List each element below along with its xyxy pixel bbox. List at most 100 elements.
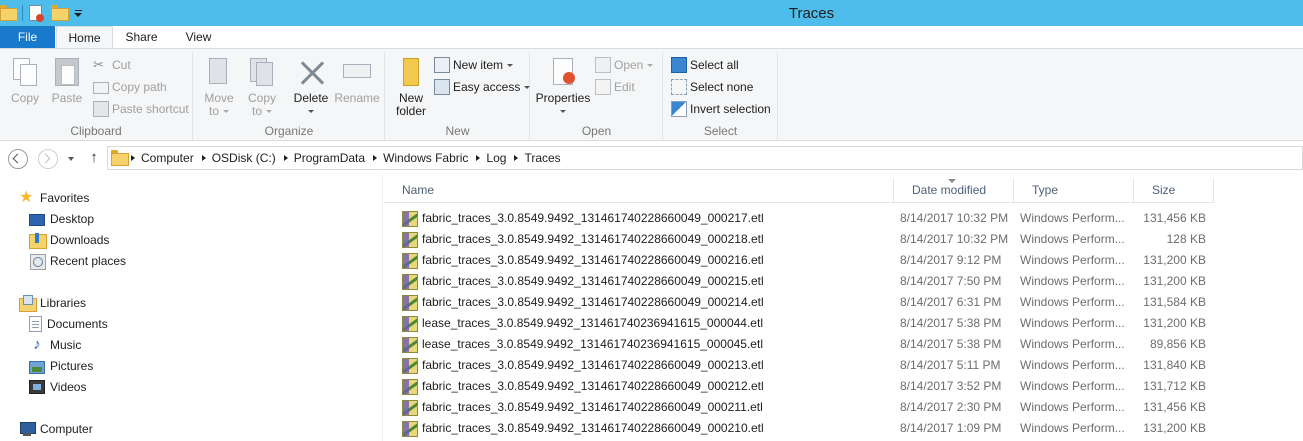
select-all-button[interactable]: Select all [671,55,739,75]
new-item-button[interactable]: New item [434,55,514,75]
nav-item-music[interactable]: ♪ Music [29,335,81,355]
folder-icon [395,56,427,88]
copy-to-button[interactable]: Copy to [245,56,279,118]
breadcrumb-log[interactable]: Log [486,151,506,165]
file-name-cell: fabric_traces_3.0.8549.9492_131461740228… [402,271,764,292]
nav-item-videos[interactable]: Videos [29,377,86,397]
tab-home[interactable]: Home [56,26,113,50]
file-size: 131,456 KB [1143,400,1206,414]
breadcrumb-separator[interactable] [131,155,135,161]
organize-group: Move to Copy to Delete Rename Organize [194,52,385,140]
paste-shortcut-button[interactable]: Paste shortcut [93,99,189,119]
nav-label: Recent places [50,254,127,268]
cut-label: Cut [112,58,131,72]
file-type: Windows Perform... [1020,295,1125,309]
file-size: 131,712 KB [1143,379,1206,393]
file-date: 8/14/2017 10:32 PM [900,232,1009,246]
scissors-icon: ✂ [93,57,104,72]
address-bar[interactable]: Computer OSDisk (C:) ProgramData Windows… [107,146,1303,170]
move-to-label-line1: Move [204,91,234,105]
file-row[interactable]: fabric_traces_3.0.8549.9492_131461740228… [384,229,1214,250]
file-type: Windows Perform... [1020,400,1125,414]
tab-view[interactable]: View [170,26,227,49]
file-name: fabric_traces_3.0.8549.9492_131461740228… [422,232,764,246]
file-type: Windows Perform... [1020,316,1125,330]
breadcrumb-traces[interactable]: Traces [524,151,560,165]
file-row[interactable]: fabric_traces_3.0.8549.9492_131461740228… [384,208,1214,229]
tab-file[interactable]: File [0,26,55,49]
file-row[interactable]: fabric_traces_3.0.8549.9492_131461740228… [384,418,1214,439]
column-header-size[interactable]: Size [1134,178,1214,203]
breadcrumb-separator[interactable] [373,155,378,161]
new-folder-button[interactable]: New folder [392,56,430,118]
file-size: 89,856 KB [1149,337,1206,351]
edit-label: Edit [614,80,635,94]
recent-places-icon [29,253,46,270]
column-header-name[interactable]: Name [384,178,894,203]
copy-button[interactable]: Copy [6,56,44,105]
file-date: 8/14/2017 6:31 PM [900,295,1002,309]
nav-item-computer[interactable]: Computer [19,419,93,439]
new-group: New folder New item Easy access New [386,52,531,140]
invert-selection-label: Invert selection [690,102,771,116]
file-size: 131,456 KB [1143,211,1206,225]
file-row[interactable]: fabric_traces_3.0.8549.9492_131461740228… [384,292,1214,313]
libraries-icon [19,295,37,312]
rename-button[interactable]: Rename [334,56,380,105]
etl-file-icon [402,399,418,416]
nav-label: Music [50,338,82,352]
tab-share[interactable]: Share [113,26,170,49]
select-all-icon [671,57,687,73]
open-button[interactable]: Open [595,55,654,75]
delete-button[interactable]: Delete [292,56,330,118]
file-row[interactable]: lease_traces_3.0.8549.9492_1314617402369… [384,313,1214,334]
nav-item-recent-places[interactable]: Recent places [29,251,126,271]
properties-button[interactable]: Properties [535,56,591,118]
nav-label: Pictures [50,359,94,373]
move-to-button[interactable]: Move to [202,56,236,118]
invert-selection-button[interactable]: Invert selection [671,99,771,119]
breadcrumb-computer[interactable]: Computer [141,151,194,165]
breadcrumb-separator[interactable] [514,155,519,161]
file-name-cell: fabric_traces_3.0.8549.9492_131461740228… [402,292,764,313]
videos-icon [29,380,45,394]
nav-item-libraries[interactable]: Libraries [19,293,86,313]
file-date: 8/14/2017 5:38 PM [900,316,1002,330]
file-name: fabric_traces_3.0.8549.9492_131461740228… [422,211,764,225]
copy-path-button[interactable]: Copy path [93,77,167,97]
nav-item-desktop[interactable]: Desktop [29,209,94,229]
paste-button[interactable]: Paste [48,56,86,105]
nav-item-downloads[interactable]: Downloads [29,230,109,250]
forward-arrow-icon[interactable] [38,149,58,169]
file-row[interactable]: fabric_traces_3.0.8549.9492_131461740228… [384,355,1214,376]
file-row[interactable]: fabric_traces_3.0.8549.9492_131461740228… [384,397,1214,418]
breadcrumb-osdisk[interactable]: OSDisk (C:) [212,151,276,165]
nav-item-favorites[interactable]: ★ Favorites [19,188,89,208]
breadcrumb-programdata[interactable]: ProgramData [294,151,365,165]
breadcrumb-separator[interactable] [283,155,288,161]
file-row[interactable]: fabric_traces_3.0.8549.9492_131461740228… [384,376,1214,397]
new-item-label: New item [453,58,504,72]
open-group-label: Open [581,124,612,138]
back-arrow-icon[interactable] [8,149,28,169]
file-row[interactable]: fabric_traces_3.0.8549.9492_131461740228… [384,250,1214,271]
nav-item-documents[interactable]: Documents [29,314,108,334]
breadcrumb-separator[interactable] [476,155,481,161]
recent-locations-dropdown[interactable] [68,157,74,161]
file-name: lease_traces_3.0.8549.9492_1314617402369… [422,337,763,351]
edit-button[interactable]: Edit [595,77,635,97]
column-header-type[interactable]: Type [1014,178,1134,203]
up-arrow-icon[interactable]: ↑ [87,150,101,166]
breadcrumb-windows-fabric[interactable]: Windows Fabric [383,151,468,165]
file-date: 8/14/2017 5:11 PM [900,358,1001,372]
nav-item-pictures[interactable]: Pictures [29,356,93,376]
sort-arrow-icon [948,179,956,183]
file-row[interactable]: fabric_traces_3.0.8549.9492_131461740228… [384,271,1214,292]
cut-button[interactable]: ✂ Cut [93,55,131,75]
copy-path-icon [93,82,109,94]
file-row[interactable]: lease_traces_3.0.8549.9492_1314617402369… [384,334,1214,355]
move-to-label-line2: to [208,104,219,118]
select-none-button[interactable]: Select none [671,77,753,97]
breadcrumb-separator[interactable] [201,155,206,161]
easy-access-button[interactable]: Easy access [434,77,531,97]
